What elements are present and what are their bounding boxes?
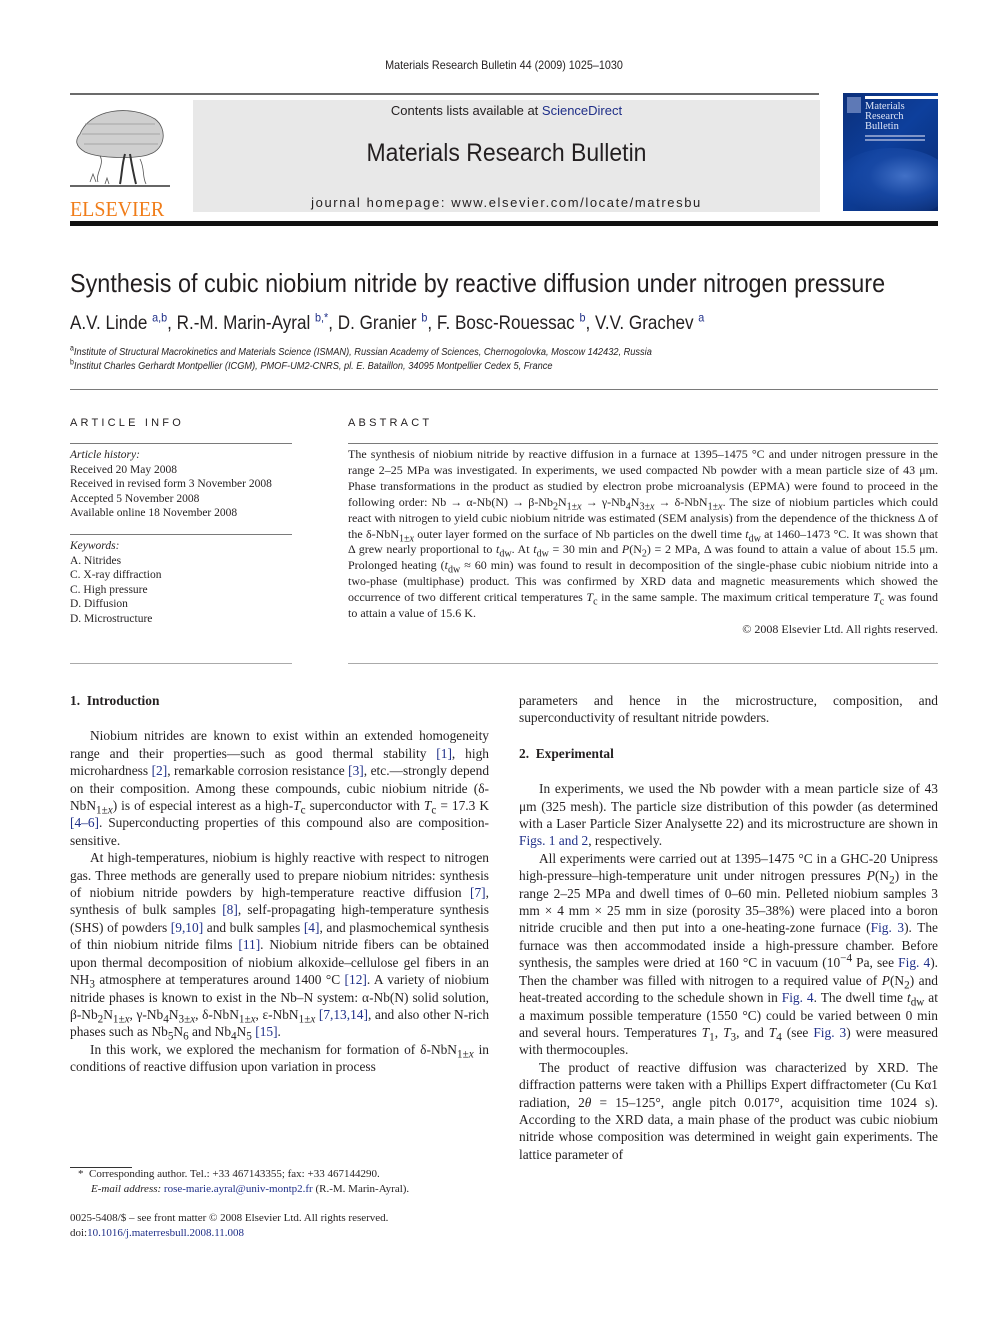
front-matter: 0025-5408/$ – see front matter © 2008 El… [70, 1211, 500, 1241]
cover-title: Materials Research Bulletin [865, 101, 905, 132]
keywords-label: Keywords: [70, 540, 120, 552]
experimental-paragraph: In experiments, we used the Nb powder wi… [519, 781, 938, 849]
corresponding-text: Corresponding author. Tel.: +33 46714335… [89, 1168, 380, 1180]
author-separator: , [167, 313, 177, 334]
journal-homepage[interactable]: journal homepage: www.elsevier.com/locat… [193, 195, 820, 210]
running-head: Materials Research Bulletin 44 (2009) 10… [385, 58, 623, 72]
cover-top-bar [865, 96, 938, 99]
author-list: A.V. Linde a,b, R.-M. Marin-Ayral b,*, D… [70, 311, 704, 335]
author-separator: , [585, 313, 595, 334]
figure-link[interactable]: Fig. 4 [782, 990, 814, 1005]
sciencedirect-link[interactable]: ScienceDirect [542, 103, 622, 118]
intro-paragraph: Niobium nitrides are known to exist with… [70, 728, 490, 848]
figure-link[interactable]: Fig. 3 [813, 1025, 846, 1040]
corresponding-author-footnote: * Corresponding author. Tel.: +33 467143… [78, 1167, 498, 1197]
article-info-bottom-divider [70, 663, 292, 664]
cover-subtitle-lines [865, 135, 925, 137]
abstract-bottom-divider [348, 663, 938, 664]
keywords: Keywords: A. Nitrides C. X-ray diffracti… [70, 539, 161, 626]
citation-link[interactable]: [15] [255, 1024, 277, 1039]
experimental-paragraph: All experiments were carried out at 1395… [519, 850, 939, 1058]
citation-link[interactable]: [4–6] [70, 815, 99, 830]
author-separator: , [328, 313, 338, 334]
citation-link[interactable]: [12] [345, 972, 367, 987]
abstract-text: The synthesis of niobium nitride by reac… [348, 447, 939, 621]
section-heading-experimental: 2. Experimental [519, 745, 614, 761]
keyword: C. High pressure [70, 583, 148, 596]
cover-title-line: Bulletin [865, 121, 899, 132]
elsevier-tree-icon [70, 110, 170, 187]
cover-publisher-mark [847, 97, 861, 113]
journal-title: Materials Research Bulletin [366, 139, 647, 167]
email-label: E-mail address: [91, 1183, 162, 1195]
affiliation-text: Institute of Structural Macrokinetics an… [73, 346, 652, 358]
history-item: Accepted 5 November 2008 [70, 492, 200, 505]
cover-artwork [843, 148, 938, 211]
author-name: A.V. Linde [70, 313, 153, 334]
email-link[interactable]: rose-marie.ayral@univ-montp2.fr [164, 1183, 313, 1195]
keyword: D. Microstructure [70, 612, 153, 625]
contents-line: Contents lists available at ScienceDirec… [193, 103, 820, 118]
citation-link[interactable]: [3] [348, 763, 364, 778]
author-name: F. Bosc-Rouessac [436, 313, 580, 334]
author-name: D. Granier [337, 313, 422, 334]
history-label: Article history: [70, 449, 140, 461]
keywords-divider [70, 534, 292, 535]
abstract-body: The synthesis of niobium nitride by reac… [348, 447, 938, 638]
experimental-paragraph: The product of reactive diffusion was ch… [519, 1059, 938, 1162]
article-history: Article history: Received 20 May 2008 Re… [70, 448, 272, 521]
affiliation-b: bInstitut Charles Gerhardt Montpellier (… [70, 358, 553, 372]
history-item: Received in revised form 3 November 2008 [70, 478, 272, 490]
doi-link[interactable]: 10.1016/j.materresbull.2008.11.008 [87, 1227, 244, 1239]
abstract-copyright: © 2008 Elsevier Ltd. All rights reserved… [742, 621, 938, 636]
abstract-divider [348, 443, 938, 444]
asterisk-mark: * [78, 1168, 89, 1180]
intro-paragraph-continued: parameters and hence in the microstructu… [519, 693, 938, 726]
keyword: C. X-ray diffraction [70, 569, 162, 581]
author-name: V.V. Grachev [594, 313, 699, 334]
citation-link[interactable]: [1] [436, 746, 452, 761]
front-matter-text: 0025-5408/$ – see front matter © 2008 El… [70, 1212, 389, 1224]
citation-link[interactable]: [2] [152, 763, 168, 778]
citation-link[interactable]: [9,10] [171, 920, 203, 935]
author-separator: , [427, 313, 437, 334]
history-item: Available online 18 November 2008 [70, 507, 238, 519]
header-divider [70, 389, 938, 390]
article-title: Synthesis of cubic niobium nitride by re… [70, 268, 886, 298]
affiliation-a: aInstitute of Structural Macrokinetics a… [70, 344, 652, 358]
author-affiliation-mark[interactable]: a [698, 311, 704, 325]
journal-cover-thumbnail[interactable]: Materials Research Bulletin [843, 93, 938, 211]
history-item: Received 20 May 2008 [70, 463, 177, 476]
affiliation-text: Institut Charles Gerhardt Montpellier (I… [73, 360, 553, 372]
abstract-heading: ABSTRACT [348, 417, 433, 429]
citation-link[interactable]: [7] [470, 885, 486, 900]
figure-link[interactable]: Fig. 3 [871, 920, 904, 935]
left-column: 1. Introduction Niobium nitrides are kno… [70, 692, 489, 1076]
section-heading-introduction: 1. Introduction [70, 693, 160, 708]
citation-link[interactable]: [7,13,14] [319, 1007, 368, 1022]
contents-prefix: Contents lists available at [390, 103, 542, 118]
figure-link[interactable]: Fig. 4 [898, 955, 930, 970]
author-affiliation-mark[interactable]: b,* [315, 311, 328, 325]
citation-link[interactable]: [8] [222, 902, 238, 917]
intro-paragraph: In this work, we explored the mechanism … [70, 1041, 489, 1075]
figure-link[interactable]: Figs. 1 and 2 [519, 833, 588, 848]
author-name: R.-M. Marin-Ayral [176, 313, 316, 334]
article-info-divider [70, 443, 292, 444]
top-rule [70, 93, 819, 95]
elsevier-wordmark: ELSEVIER [70, 197, 165, 221]
citation-link[interactable]: [11] [238, 937, 260, 952]
citation-link[interactable]: [4] [304, 920, 320, 935]
article-info-heading: ARTICLE INFO [70, 417, 184, 429]
elsevier-logo[interactable]: ELSEVIER [70, 104, 170, 221]
right-column: parameters and hence in the microstructu… [519, 692, 938, 1163]
keyword: D. Diffusion [70, 598, 128, 610]
doi-prefix: doi: [70, 1227, 88, 1239]
masthead-rule [70, 221, 938, 226]
author-affiliation-mark[interactable]: a,b [152, 311, 167, 325]
email-suffix: (R.-M. Marin-Ayral). [312, 1183, 410, 1195]
intro-paragraph: At high-temperatures, niobium is highly … [70, 850, 490, 1043]
keyword: A. Nitrides [70, 554, 122, 567]
